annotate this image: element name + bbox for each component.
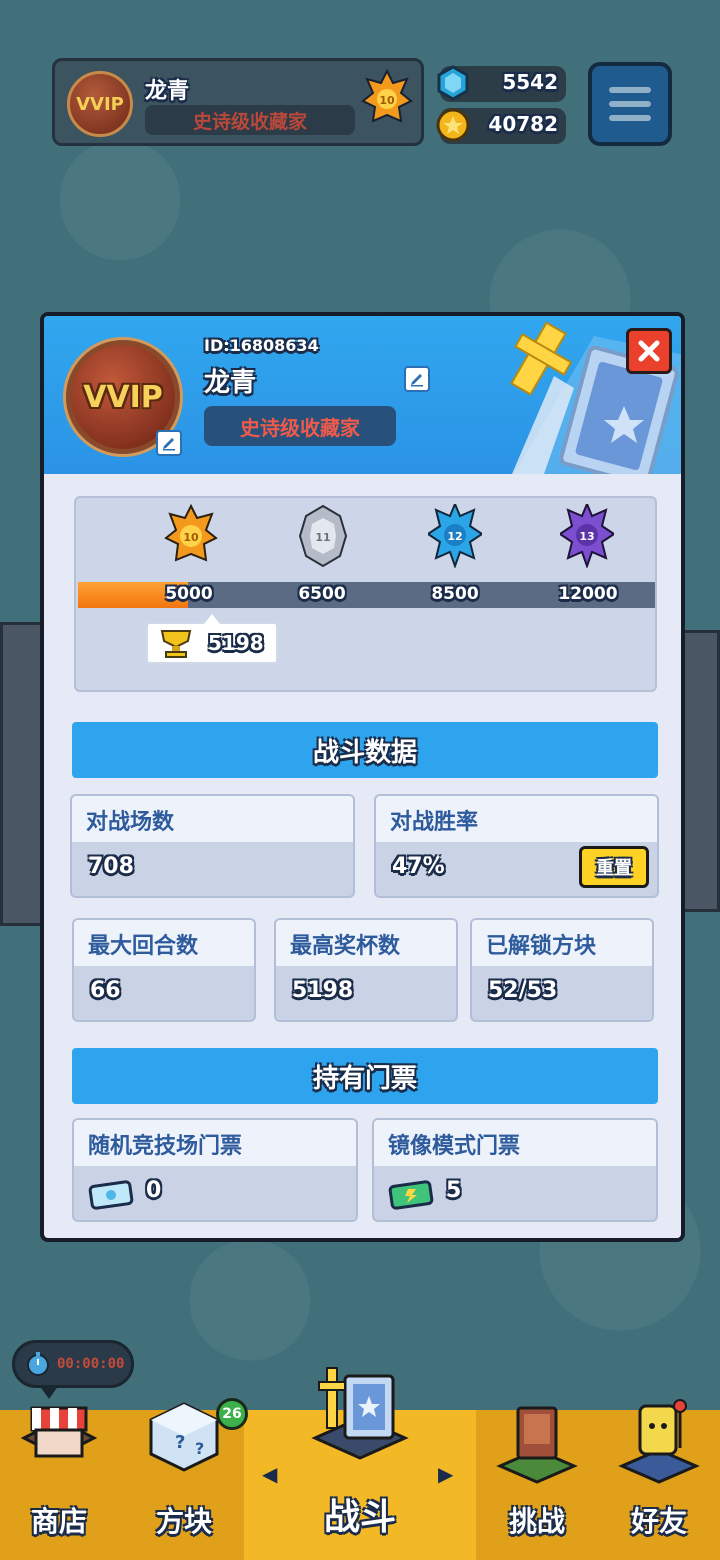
stopwatch-icon xyxy=(27,1352,49,1376)
trophy-progress-bar: 5000 6500 8500 12000 xyxy=(78,582,655,608)
coin-icon xyxy=(436,108,470,142)
hud-player-name: 龙青 xyxy=(145,79,190,104)
hud-player-title: 史诗级收藏家 xyxy=(145,105,355,135)
mirror-ticket-label: 镜像模式门票 xyxy=(374,1120,656,1166)
pencil-icon xyxy=(411,374,423,387)
winrate-value: 47% xyxy=(392,854,445,879)
nav-friends[interactable]: 好友 xyxy=(598,1399,720,1560)
background-panel-left xyxy=(0,622,44,926)
max-rounds-label: 最大回合数 xyxy=(74,920,254,966)
svg-text:?: ? xyxy=(175,1432,185,1453)
rank-11-medal-icon: 11 xyxy=(298,504,348,568)
coins-value: 40782 xyxy=(488,112,558,136)
hud-rank-level: 10 xyxy=(379,94,395,107)
close-icon xyxy=(638,340,660,362)
timer-text: 00:00:00 xyxy=(57,1356,125,1372)
arena-ticket-card: 随机竞技场门票 0 xyxy=(72,1118,358,1222)
nav-shop[interactable]: 商店 xyxy=(0,1406,118,1560)
menu-bar-icon xyxy=(609,101,651,107)
gem-icon xyxy=(437,65,469,101)
menu-bar-icon xyxy=(609,115,651,121)
max-trophies-card: 最高奖杯数 5198 xyxy=(274,918,458,1022)
background-panel-right xyxy=(680,630,720,912)
mirror-ticket-value: 5 xyxy=(446,1178,462,1203)
nav-challenge[interactable]: 挑战 xyxy=(476,1406,598,1560)
arena-ticket-value: 0 xyxy=(146,1178,162,1203)
arena-ticket-label: 随机竞技场门票 xyxy=(74,1120,356,1166)
gems-counter[interactable]: 5542 xyxy=(437,65,566,102)
menu-button[interactable] xyxy=(588,62,672,146)
profile-header: VVIP ID:16808634 龙青 史诗级收藏家 xyxy=(44,316,681,474)
unlocked-blocks-value: 52/53 xyxy=(488,978,558,1003)
svg-text:?: ? xyxy=(195,1439,204,1458)
close-button[interactable] xyxy=(626,328,672,374)
nav-shop-label: 商店 xyxy=(30,1505,87,1538)
rank-level-label: 13 xyxy=(579,530,594,543)
max-rounds-card: 最大回合数 66 xyxy=(72,918,256,1022)
nav-left-arrow-icon[interactable]: ◀ xyxy=(262,1462,277,1486)
unlocked-blocks-label: 已解锁方块 xyxy=(472,920,652,966)
nav-friends-label: 好友 xyxy=(630,1505,687,1538)
hud-profile-card[interactable]: VVIP 龙青 史诗级收藏家 10 xyxy=(52,58,424,146)
gems-value: 5542 xyxy=(502,70,558,94)
rank-level-label: 10 xyxy=(183,531,199,544)
battle-stats-header: 战斗数据 xyxy=(72,722,658,778)
winrate-card: 对战胜率 47% 重置 xyxy=(374,794,659,898)
current-trophy-value: 5198 xyxy=(208,631,264,655)
coins-counter[interactable]: 40782 xyxy=(436,108,566,144)
profile-name: 龙青 xyxy=(204,368,257,398)
winrate-label: 对战胜率 xyxy=(376,796,657,842)
tickets-header: 持有门票 xyxy=(72,1048,658,1104)
challenge-icon xyxy=(496,1406,578,1484)
trophy-icon xyxy=(160,630,192,658)
rank-12-medal-icon: 12 xyxy=(428,504,482,568)
shop-icon xyxy=(20,1406,98,1458)
mirror-ticket-icon xyxy=(388,1180,434,1210)
edit-avatar-button[interactable] xyxy=(156,430,182,456)
nav-blocks[interactable]: ? ? 方块 xyxy=(124,1402,244,1560)
rank-13-medal-icon: 13 xyxy=(560,504,614,568)
rank-medal-icon: 10 xyxy=(361,69,413,123)
menu-bar-icon xyxy=(609,87,651,93)
rank-threshold-label: 5000 xyxy=(165,584,213,604)
max-rounds-value: 66 xyxy=(90,978,121,1003)
player-id: ID:16808634 xyxy=(204,336,319,355)
profile-title-badge[interactable]: 史诗级收藏家 xyxy=(204,406,396,446)
nav-right-arrow-icon[interactable]: ▶ xyxy=(438,1462,453,1486)
rank-level-label: 12 xyxy=(447,530,462,543)
matches-value: 708 xyxy=(88,854,134,879)
rank-threshold-label: 8500 xyxy=(431,584,479,604)
max-trophies-value: 5198 xyxy=(292,978,354,1003)
avatar-vvip-text: VVIP xyxy=(83,379,163,415)
nav-battle-label: 战斗 xyxy=(323,1497,396,1538)
bottom-nav: 商店 ? ? 方块 战斗 挑战 好友 xyxy=(0,1367,720,1560)
current-trophy-marker: 5198 xyxy=(146,614,278,664)
unlocked-blocks-card: 已解锁方块 52/53 xyxy=(470,918,654,1022)
rank-threshold-label: 12000 xyxy=(558,584,618,604)
rank-level-label: 11 xyxy=(315,531,330,544)
friends-icon xyxy=(618,1399,700,1484)
edit-name-button[interactable] xyxy=(404,366,430,392)
rank-threshold-label: 6500 xyxy=(298,584,346,604)
timer-bubble[interactable]: 00:00:00 xyxy=(12,1340,134,1399)
nav-blocks-label: 方块 xyxy=(155,1505,212,1538)
max-trophies-label: 最高奖杯数 xyxy=(276,920,456,966)
reset-button[interactable]: 重置 xyxy=(579,846,649,888)
mirror-ticket-card: 镜像模式门票 5 xyxy=(372,1118,658,1222)
arena-ticket-icon xyxy=(88,1180,134,1210)
profile-dialog: VVIP ID:16808634 龙青 史诗级收藏家 10 11 12 13 5… xyxy=(40,312,685,1242)
pencil-icon xyxy=(163,438,175,451)
matches-card: 对战场数 708 xyxy=(70,794,355,898)
hud-avatar: VVIP xyxy=(67,71,133,137)
rank-10-medal-icon: 10 xyxy=(164,504,218,562)
nav-challenge-label: 挑战 xyxy=(508,1505,565,1538)
matches-label: 对战场数 xyxy=(72,796,353,842)
battle-icon xyxy=(311,1367,409,1460)
trophy-road-panel: 10 11 12 13 5000 6500 8500 12000 5198 xyxy=(74,496,657,692)
blocks-count-badge: 26 xyxy=(216,1398,248,1430)
